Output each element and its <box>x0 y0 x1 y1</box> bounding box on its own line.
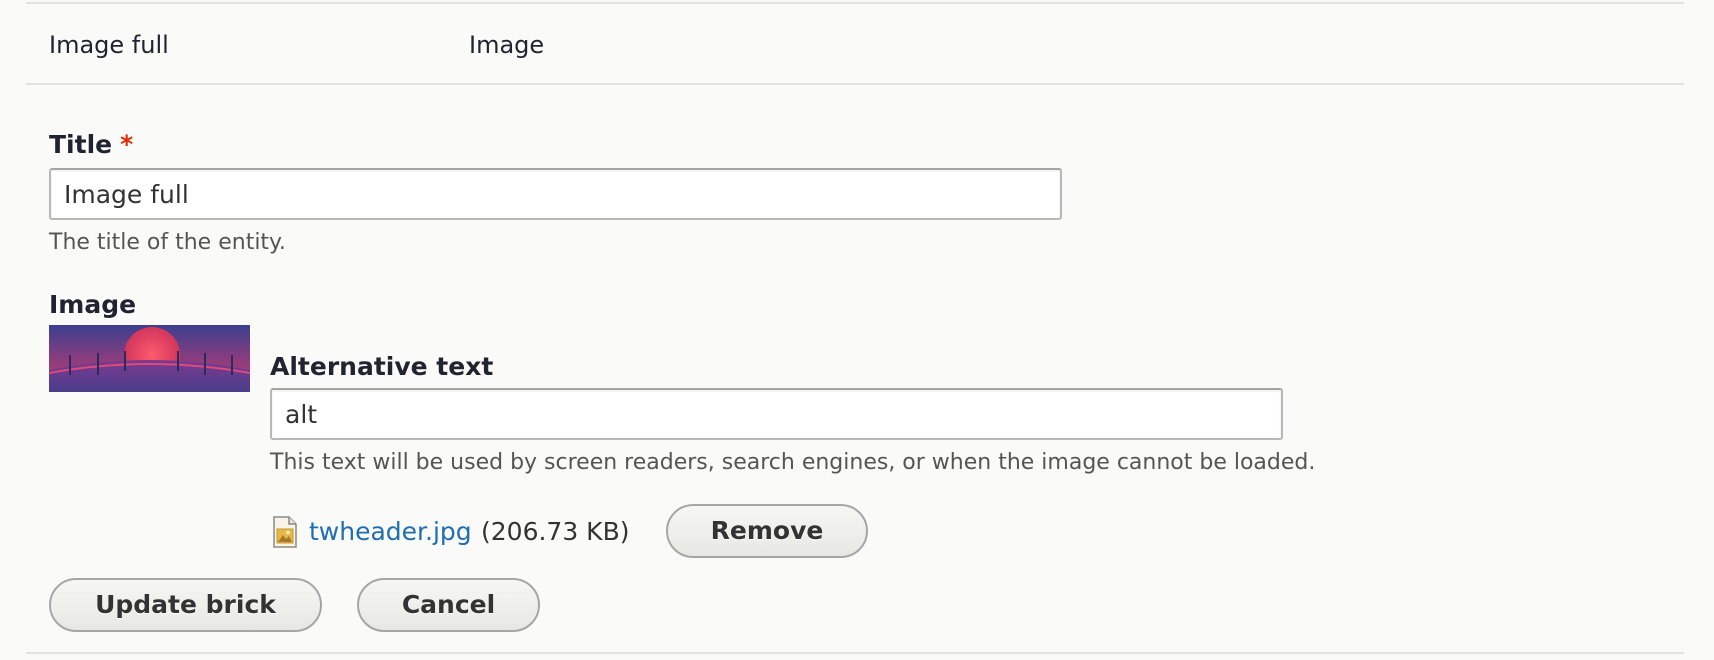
file-link[interactable]: twheader.jpg <box>309 516 472 548</box>
required-marker: * <box>120 130 134 159</box>
update-brick-button[interactable]: Update brick <box>49 578 322 632</box>
image-label: Image <box>49 290 137 319</box>
image-thumbnail <box>49 325 250 392</box>
remove-button[interactable]: Remove <box>666 504 868 558</box>
alt-text-label: Alternative text <box>270 352 494 381</box>
title-input[interactable] <box>49 168 1062 220</box>
top-divider <box>26 2 1684 4</box>
cancel-button[interactable]: Cancel <box>357 578 540 632</box>
row-title-cell: Image full <box>49 31 169 59</box>
row-type-cell: Image <box>469 31 545 59</box>
title-description: The title of the entity. <box>49 230 286 255</box>
alt-text-input[interactable] <box>270 388 1283 440</box>
title-label: Title * <box>49 130 133 160</box>
alt-text-description: This text will be used by screen readers… <box>270 450 1316 475</box>
title-label-text: Title <box>49 130 113 159</box>
file-size: (206.73 KB) <box>481 517 630 546</box>
row-divider <box>26 83 1684 85</box>
bottom-divider <box>26 652 1684 654</box>
image-file-icon <box>272 516 298 548</box>
